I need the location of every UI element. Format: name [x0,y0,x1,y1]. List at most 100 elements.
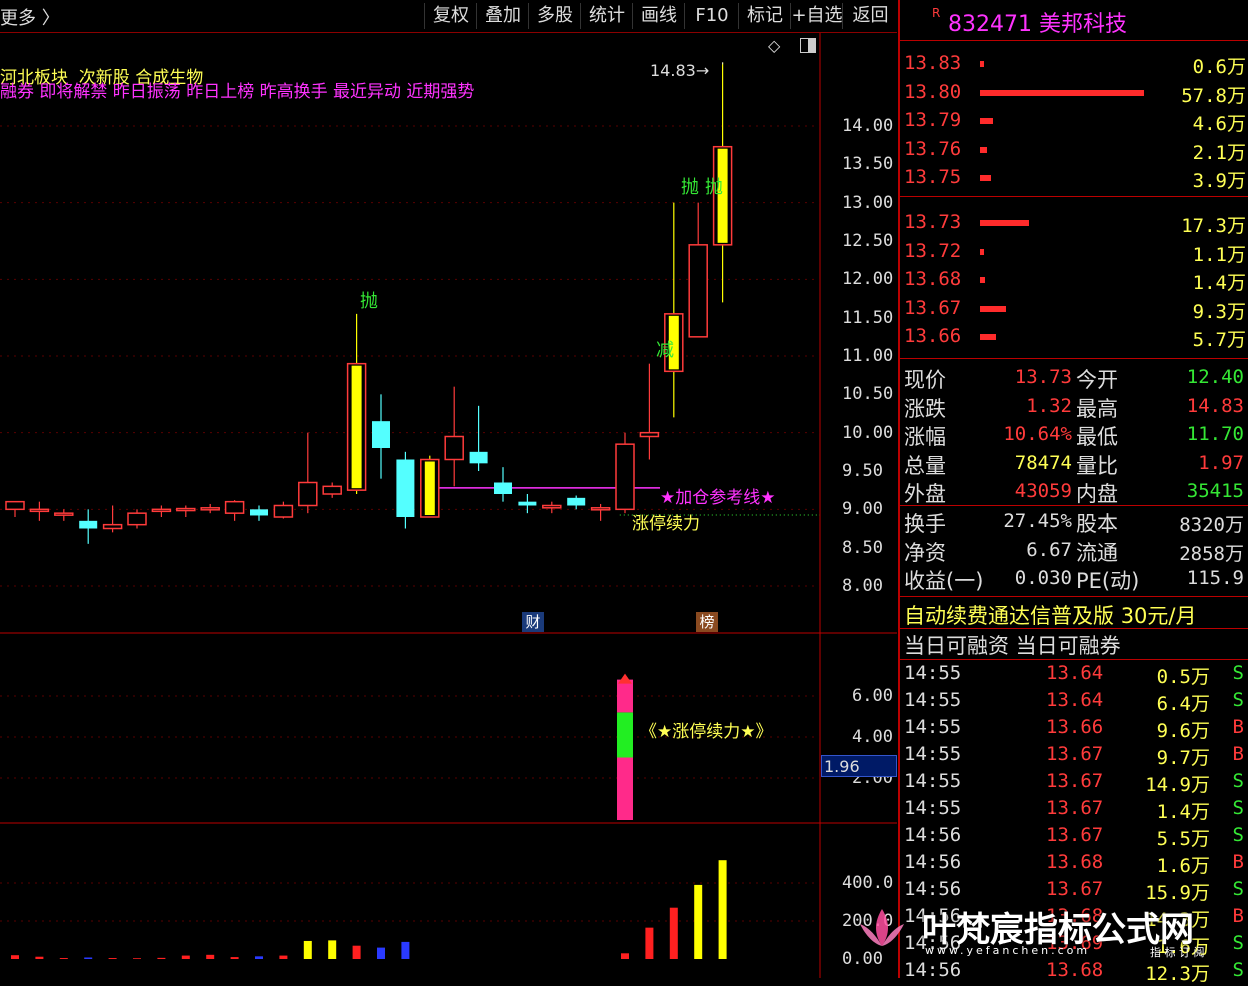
volume-bar [59,958,68,959]
buy-order-row[interactable]: 13.67 9.3万 [900,295,1248,323]
margin-info: 当日可融资 当日可融券 [904,634,1121,658]
quote-panel: R 832471 美邦科技 13.83 0.6万 13.80 57.8万 13.79 4.… [898,0,1248,985]
toolbar-button-6[interactable]: 标记 [738,3,791,29]
tick-row: 14:56 13.68 12.3万 S [900,959,1248,986]
chevron-right-icon: 〉 [36,8,60,29]
buy-order-row[interactable]: 13.66 5.7万 [900,323,1248,351]
sell-order-price: 13.83 [904,52,962,74]
promo-banner[interactable]: 自动续费通达信普及版 30元/月 [904,600,1196,630]
candle-body [224,500,245,514]
tick-price: 13.64 [1046,689,1104,711]
tick-volume: 15.9万 [1145,882,1210,904]
sell-order-row[interactable]: 13.75 3.9万 [900,164,1248,192]
fund-label: 收益(一) [904,569,984,593]
tick-time: 14:56 [904,851,962,873]
buy-order-row[interactable]: 13.68 1.4万 [900,266,1248,294]
price-tick-label: 9.50 [842,461,883,481]
buy-order-price: 13.72 [904,239,962,262]
chart-toolbar: 更多 〉 复权 叠加 多股 统计 画线 F10 标记 +自选 返回 [0,0,897,33]
stock-name: 美邦科技 [1038,12,1127,37]
toolbar-button-0[interactable]: 复权 [424,3,477,29]
cursor-value-box: 1.96 [821,755,897,777]
toolbar-button-1[interactable]: 叠加 [476,3,529,29]
volume-bar [694,884,703,959]
volume-bar [645,927,654,959]
tick-side: S [1232,824,1244,846]
sell-order-row[interactable]: 13.79 4.6万 [900,107,1248,135]
quote-value: 1.97 [1198,451,1244,474]
toolbar-button-7[interactable]: +自选 [790,3,843,29]
high-price-label: 14.83→ [650,61,710,80]
price-tick-label: 11.50 [842,307,894,328]
tick-volume: 5.5万 [1156,828,1210,850]
indicator-tick-label: 4.00 [852,727,893,747]
tick-row: 14:55 13.67 14.9万 S [900,770,1248,797]
quote-label: 涨幅 [904,425,946,449]
buy-order-volume: 5.7万 [1192,329,1246,352]
candle-body [518,501,537,506]
candle-body [29,508,50,513]
tick-time: 14:56 [904,824,962,846]
volume-bar [108,958,117,959]
leaderboard-badge[interactable]: 榜 [696,612,718,632]
margin-badge: R [932,6,941,20]
promo-price: 30元/月 [1120,604,1197,628]
price-tick-label: 14.00 [842,116,894,136]
fund-value: 27.45% [1003,510,1072,532]
tick-side: S [1232,878,1244,900]
tick-volume: 14.9万 [1145,774,1210,796]
toolbar-button-5[interactable]: F10 [684,3,739,29]
price-tick-label: 13.00 [842,192,894,213]
candle-body [102,523,123,530]
fund-label: 股本 [1076,512,1118,536]
candle-body [127,512,147,526]
sell-order-row[interactable]: 13.83 0.6万 [900,50,1248,78]
sell-order-row[interactable]: 13.80 57.8万 [900,79,1248,107]
event-tags: 融券 即将解禁 昨日振荡 昨日上榜 昨高换手 最近异动 近期强势 [0,82,475,102]
candle-body [298,481,318,507]
buy-order-row[interactable]: 13.72 1.1万 [900,238,1248,266]
tick-row: 14:55 13.64 0.5万 S [900,662,1248,689]
candle-body [54,512,74,516]
price-tick-label: 8.00 [842,576,883,596]
sell-order-row[interactable]: 13.76 2.1万 [900,136,1248,164]
sell-signal-label: 抛 [360,291,378,312]
toolbar-button-2[interactable]: 多股 [528,3,581,29]
quote-value: 14.83 [1186,394,1244,417]
kline-chart-panel[interactable]: 河北板块 次新股 合成生物 融券 即将解禁 昨日振荡 昨日上榜 昨高换手 最近异… [0,33,897,978]
more-menu[interactable]: 更多 〉 [0,4,60,30]
finance-badge[interactable]: 财 [522,612,544,632]
tick-side: S [1232,932,1244,954]
volume-bar [401,941,410,959]
fund-value: 0.030 [1014,567,1072,589]
tick-time: 14:56 [904,878,962,900]
toolbar-button-8[interactable]: 返回 [842,3,898,29]
buy-order-volume: 1.1万 [1192,243,1246,266]
indicator-bar-pink [617,757,633,820]
candle-body [250,509,268,516]
tick-volume: 9.7万 [1156,747,1210,769]
toolbar-button-3[interactable]: 统计 [580,3,633,29]
buy-order-row[interactable]: 13.73 17.3万 [900,209,1248,237]
diamond-icon[interactable]: ◇ [768,36,780,55]
quote-value: 13.73 [1014,366,1072,388]
sell-order-price: 13.75 [904,166,962,189]
indicator-arrow-icon [618,673,632,684]
candle-body [372,421,390,448]
quote-value: 11.70 [1186,423,1244,445]
tick-volume: 12.3万 [1145,963,1210,985]
quote-label: 今开 [1076,368,1118,392]
volume-bar [230,957,239,959]
tick-side: S [1232,662,1244,684]
tick-side: B [1232,743,1244,765]
tick-price: 13.67 [1046,824,1104,846]
buy-order-volume: 1.4万 [1192,272,1246,295]
panel-toggle-icon[interactable] [800,38,816,53]
sell-order-volume: 57.8万 [1181,84,1246,107]
indicator-bar-pink-top [617,679,633,713]
candle-body [5,500,25,511]
candle-body [590,507,611,511]
toolbar-button-4[interactable]: 画线 [632,3,685,29]
candle-body [444,435,464,461]
volume-bar [84,957,93,959]
